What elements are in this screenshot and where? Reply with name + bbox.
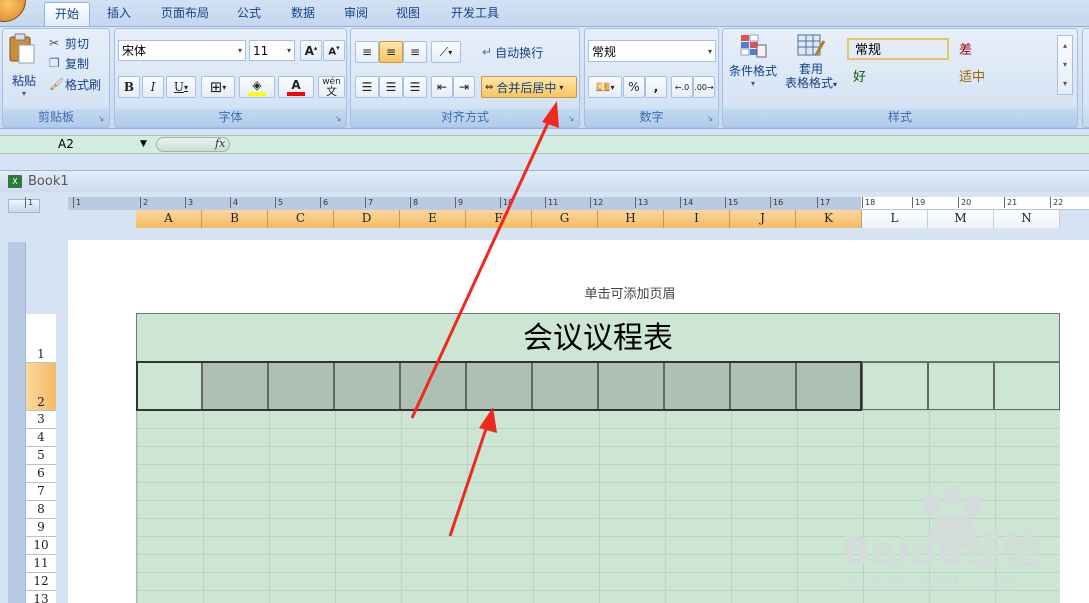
watermark-brand: Baidu经验 bbox=[842, 529, 1040, 573]
watermark-url: jingyan.baidu.com bbox=[842, 572, 1018, 594]
arrow-up-to-row2-icon bbox=[448, 407, 497, 537]
arrow-up-to-merge-icon bbox=[410, 101, 559, 419]
baidu-watermark: Baidu经验 jingyan.baidu.com bbox=[842, 478, 1082, 598]
